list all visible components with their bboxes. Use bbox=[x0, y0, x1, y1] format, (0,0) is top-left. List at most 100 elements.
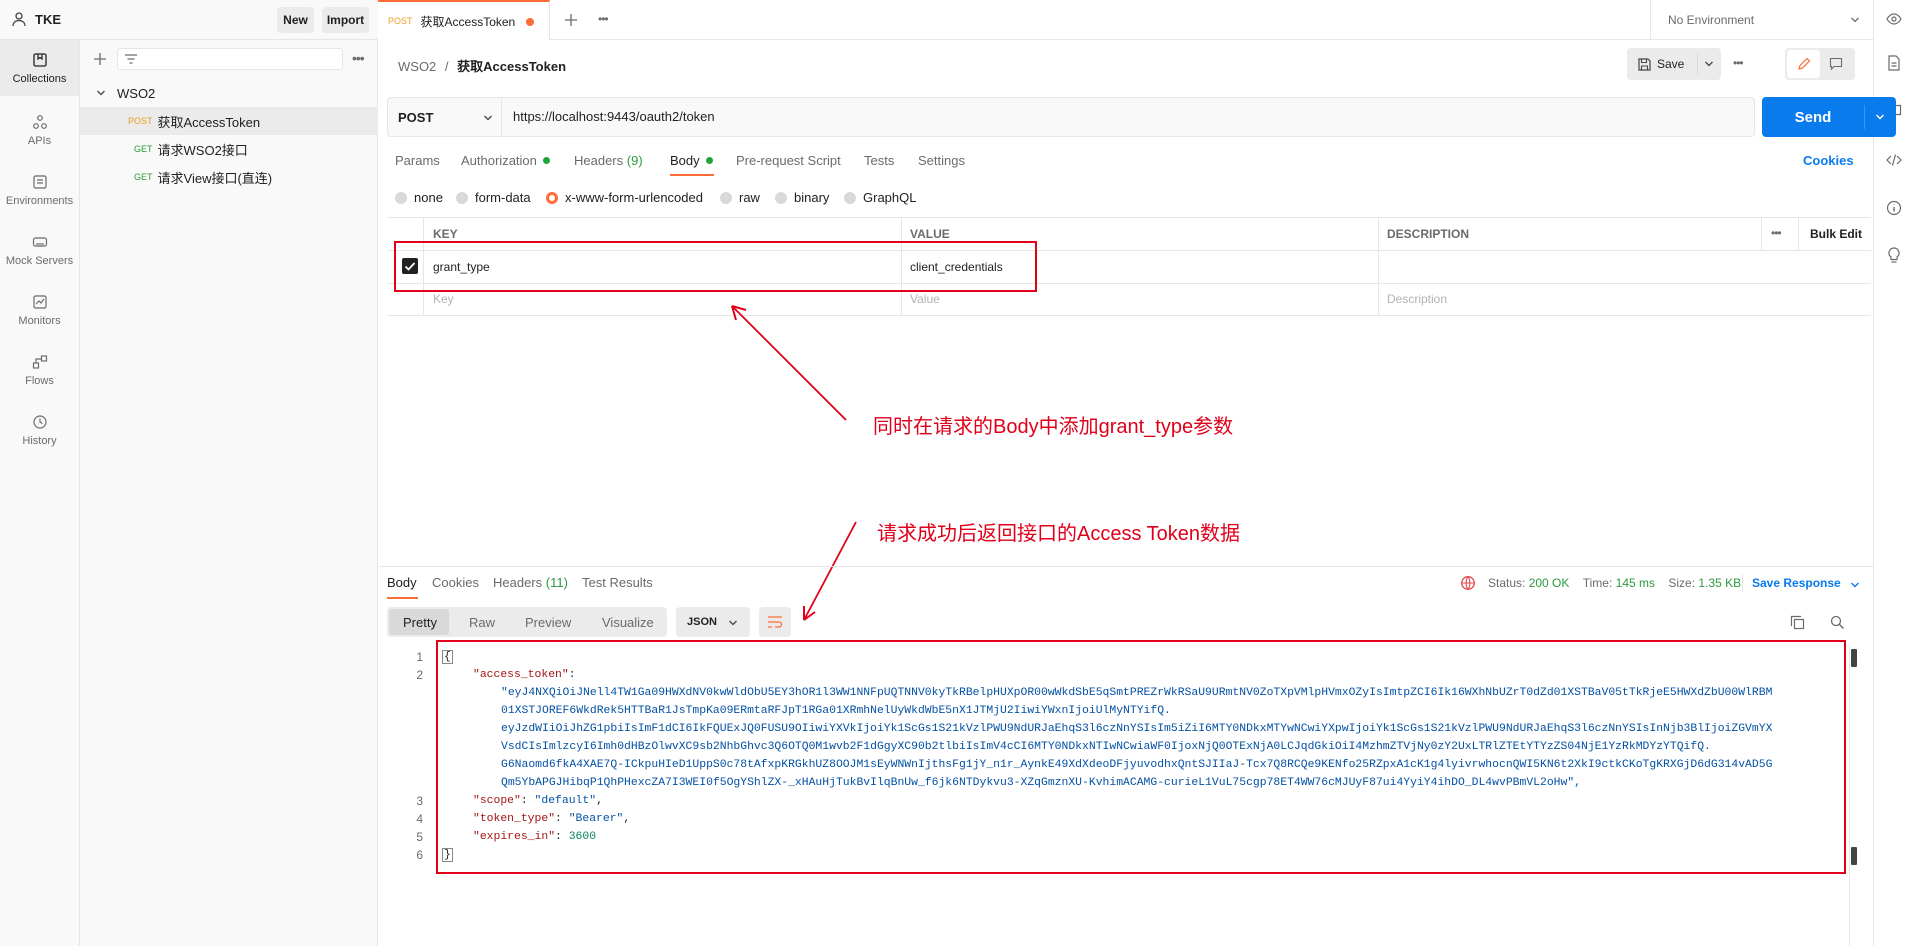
view-raw[interactable]: Raw bbox=[469, 615, 495, 630]
chevron-down-icon[interactable] bbox=[1704, 59, 1714, 69]
chevron-down-icon[interactable] bbox=[1850, 580, 1860, 590]
tree-request-item[interactable]: GET 请求WSO2接口 bbox=[80, 135, 378, 163]
status-value[interactable]: 200 OK bbox=[1529, 576, 1570, 590]
collection-row[interactable]: WSO2 bbox=[80, 79, 378, 107]
rail-label: Mock Servers bbox=[5, 254, 74, 267]
radio-urlencoded[interactable]: x-www-form-urlencoded bbox=[546, 190, 703, 205]
highlight-box-response bbox=[436, 640, 1846, 874]
chevron-down-icon[interactable] bbox=[1875, 112, 1885, 122]
line-number: 2 bbox=[416, 668, 423, 682]
response-tab-headers[interactable]: Headers (11) bbox=[493, 575, 568, 590]
info-icon[interactable] bbox=[1886, 200, 1902, 216]
table-border bbox=[1378, 217, 1379, 315]
view-pretty[interactable]: Pretty bbox=[403, 615, 437, 630]
rail-item-mock-servers[interactable]: Mock Servers bbox=[0, 221, 79, 279]
method-badge: GET bbox=[134, 144, 153, 154]
environment-select[interactable]: No Environment bbox=[1651, 0, 1873, 40]
code-icon[interactable] bbox=[1886, 153, 1902, 167]
eye-icon[interactable] bbox=[1886, 12, 1902, 26]
response-divider bbox=[379, 566, 1873, 567]
more-icon[interactable]: ••• bbox=[352, 50, 365, 66]
edit-mode-button[interactable] bbox=[1787, 50, 1820, 78]
size-label: Size: bbox=[1668, 576, 1696, 590]
scroll-marker[interactable] bbox=[1851, 847, 1857, 865]
scroll-marker[interactable] bbox=[1851, 649, 1857, 667]
tab-prerequest[interactable]: Pre-request Script bbox=[736, 153, 841, 168]
chevron-down-icon bbox=[97, 90, 105, 96]
method-badge: POST bbox=[128, 116, 153, 126]
tab-more-icon[interactable]: ••• bbox=[598, 12, 609, 26]
radio-circle bbox=[456, 191, 468, 204]
comment-mode-icon[interactable] bbox=[1829, 57, 1843, 71]
url-input[interactable]: https://localhost:9443/oauth2/token bbox=[513, 109, 715, 124]
cookies-link[interactable]: Cookies bbox=[1803, 153, 1854, 168]
radio-graphql[interactable]: GraphQL bbox=[844, 190, 916, 205]
radio-circle-selected bbox=[546, 191, 558, 204]
bulk-edit-button[interactable]: Bulk Edit bbox=[1810, 227, 1862, 241]
table-more-icon[interactable]: ••• bbox=[1771, 226, 1782, 240]
tab-body[interactable]: Body bbox=[670, 153, 713, 168]
view-preview[interactable]: Preview bbox=[525, 615, 571, 630]
value-placeholder[interactable]: Value bbox=[910, 292, 940, 306]
tab-request[interactable]: POST 获取AccessToken bbox=[378, 0, 550, 40]
tab-label: Body bbox=[670, 153, 700, 168]
annotation-response-note: 请求成功后返回接口的Access Token数据 bbox=[877, 523, 1241, 545]
save-button[interactable]: Save bbox=[1627, 48, 1697, 80]
time-label: Time: bbox=[1582, 576, 1613, 590]
method-value: POST bbox=[398, 109, 434, 125]
rail-item-monitors[interactable]: Monitors bbox=[0, 281, 79, 339]
new-tab-icon[interactable] bbox=[564, 13, 578, 27]
breadcrumb-parent[interactable]: WSO2 bbox=[398, 59, 436, 74]
radio-raw[interactable]: raw bbox=[720, 190, 760, 205]
table-border bbox=[387, 315, 1871, 316]
request-more-icon[interactable]: ••• bbox=[1733, 56, 1744, 70]
search-icon[interactable] bbox=[1830, 615, 1845, 630]
breadcrumb-current[interactable]: 获取AccessToken bbox=[457, 59, 566, 74]
rail-item-flows[interactable]: Flows bbox=[0, 341, 79, 399]
view-visualize[interactable]: Visualize bbox=[602, 615, 654, 630]
rail-item-collections[interactable]: Collections bbox=[0, 40, 79, 96]
environment-label: No Environment bbox=[1668, 13, 1755, 27]
new-button[interactable]: New bbox=[277, 7, 314, 33]
method-select[interactable]: POST bbox=[388, 98, 502, 136]
description-placeholder[interactable]: Description bbox=[1387, 292, 1447, 306]
monitors-icon bbox=[32, 294, 47, 309]
copy-icon[interactable] bbox=[1790, 615, 1805, 630]
tree-request-item[interactable]: POST 获取AccessToken bbox=[80, 107, 378, 135]
radio-label: x-www-form-urlencoded bbox=[565, 190, 703, 205]
tab-settings[interactable]: Settings bbox=[918, 153, 965, 168]
workspace-name[interactable]: TKE bbox=[35, 12, 61, 27]
tree-request-item[interactable]: GET 请求View接口(直连) bbox=[80, 163, 378, 191]
save-response-button[interactable]: Save Response bbox=[1752, 576, 1841, 590]
plus-icon[interactable] bbox=[93, 52, 107, 66]
wrap-lines-button[interactable] bbox=[759, 607, 791, 637]
rail-item-history[interactable]: History bbox=[0, 401, 79, 459]
rail-item-environments[interactable]: Environments bbox=[0, 161, 79, 219]
response-tab-test-results[interactable]: Test Results bbox=[582, 575, 653, 590]
radio-none[interactable]: none bbox=[395, 190, 443, 205]
key-placeholder[interactable]: Key bbox=[433, 292, 454, 306]
wrap-icon bbox=[768, 616, 783, 628]
tab-params[interactable]: Params bbox=[395, 153, 440, 168]
response-meta: Status: 200 OK Time: 145 ms Size: 1.35 K… bbox=[1488, 576, 1741, 590]
rail-item-apis[interactable]: APIs bbox=[0, 101, 79, 159]
send-button[interactable]: Send bbox=[1762, 97, 1864, 137]
tab-tests[interactable]: Tests bbox=[864, 153, 894, 168]
filter-input[interactable] bbox=[117, 48, 343, 70]
format-select[interactable]: JSON bbox=[676, 607, 750, 637]
time-value[interactable]: 145 ms bbox=[1616, 576, 1655, 590]
tab-headers[interactable]: Headers (9) bbox=[574, 153, 643, 168]
breadcrumb-separator: / bbox=[444, 59, 449, 74]
annotation-body-note: 同时在请求的Body中添加grant_type参数 bbox=[873, 416, 1234, 438]
size-value[interactable]: 1.35 KB bbox=[1698, 576, 1741, 590]
tab-authorization[interactable]: Authorization bbox=[461, 153, 550, 168]
documentation-icon[interactable] bbox=[1887, 55, 1901, 71]
globe-icon[interactable] bbox=[1460, 575, 1476, 591]
response-tab-cookies[interactable]: Cookies bbox=[432, 575, 479, 590]
response-tab-body[interactable]: Body bbox=[387, 575, 417, 590]
import-button[interactable]: Import bbox=[322, 7, 369, 33]
radio-form-data[interactable]: form-data bbox=[456, 190, 531, 205]
lightbulb-icon[interactable] bbox=[1887, 247, 1901, 264]
radio-binary[interactable]: binary bbox=[775, 190, 829, 205]
chevron-down-icon bbox=[1851, 17, 1859, 23]
